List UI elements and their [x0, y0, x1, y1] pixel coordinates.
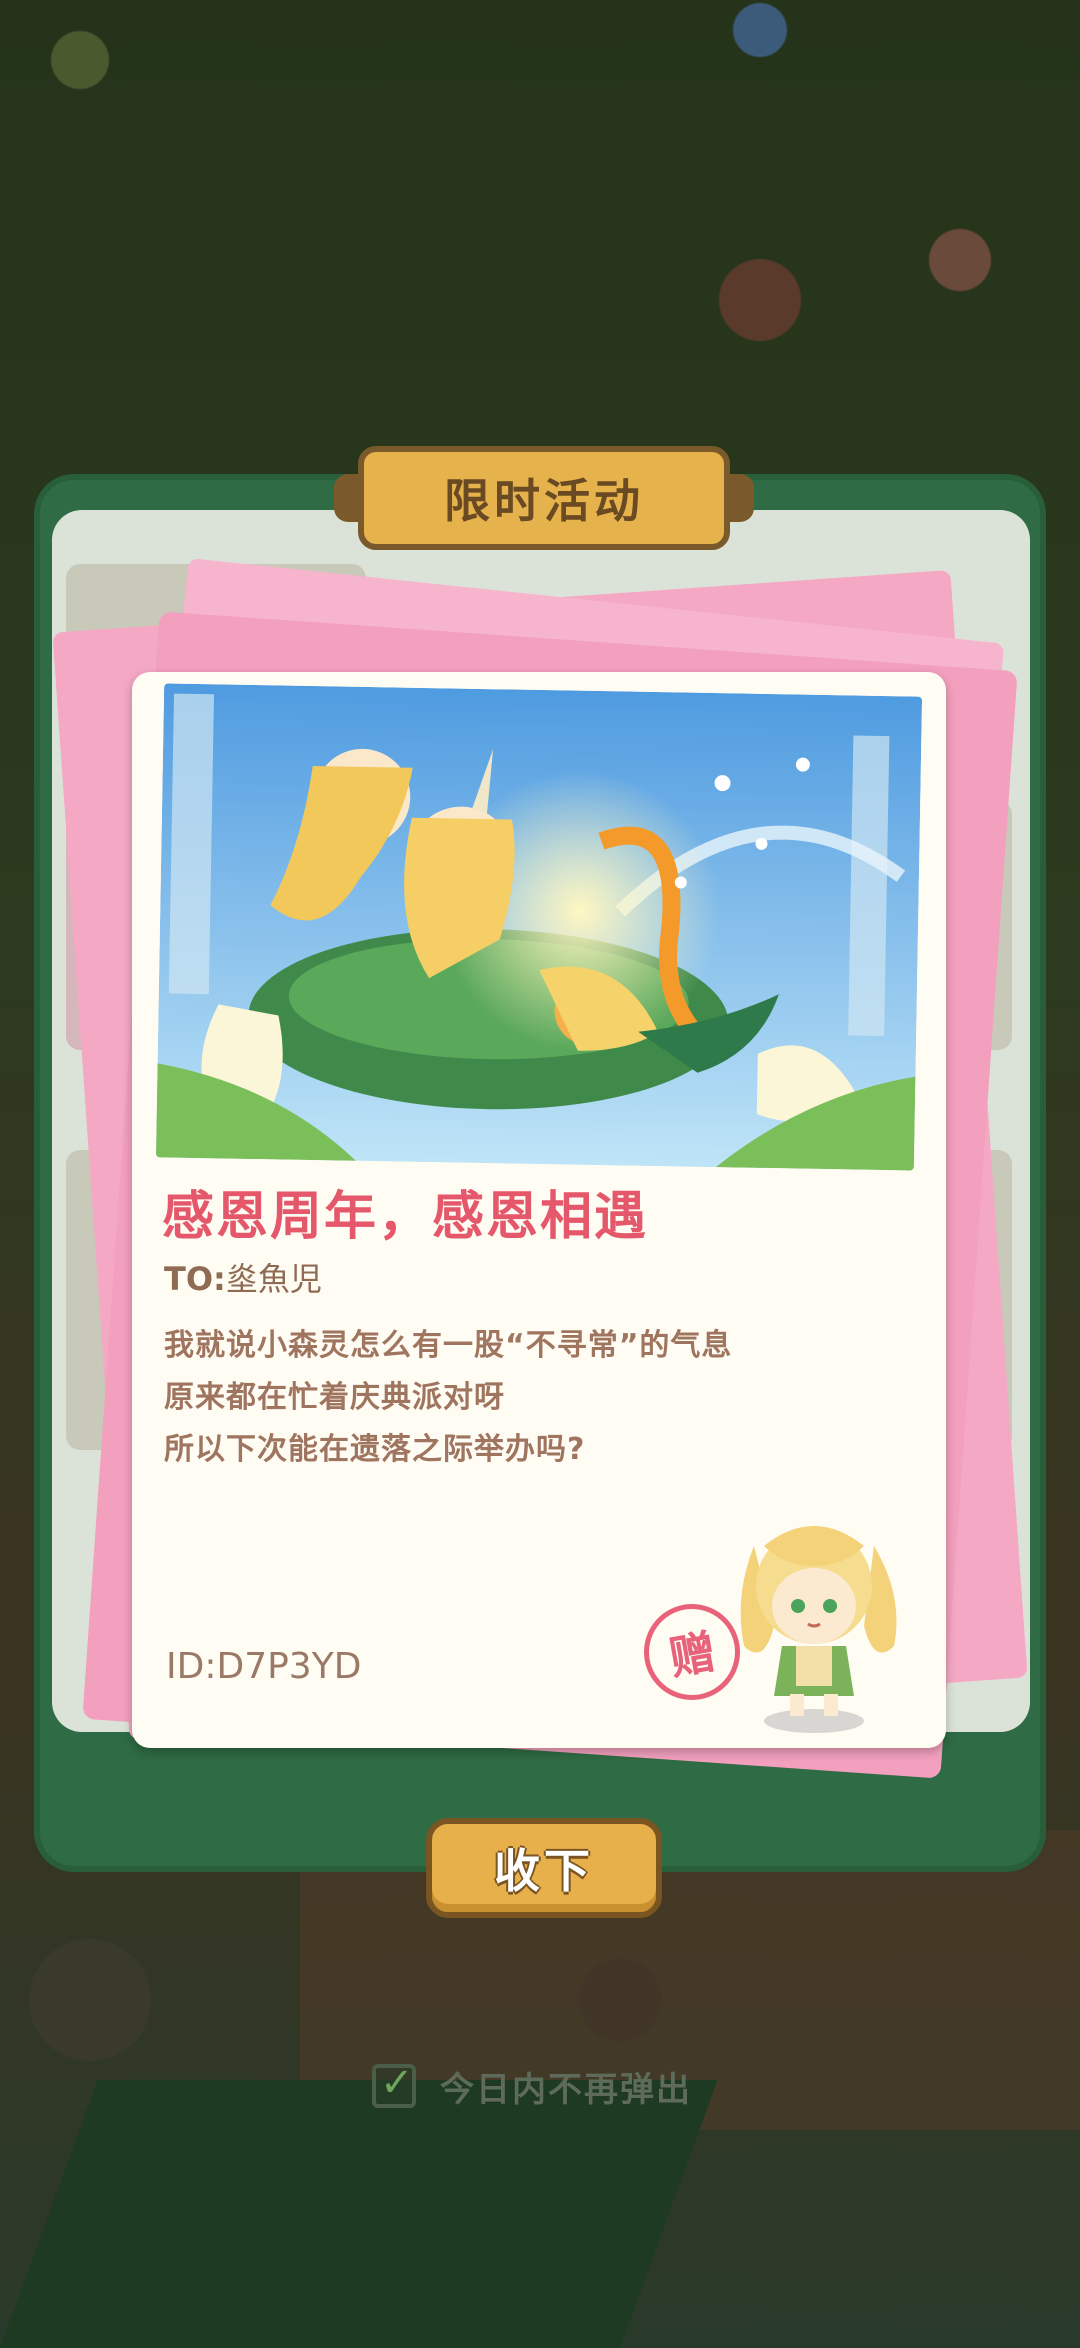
- dont-show-today-row[interactable]: ✓ 今日内不再弹出: [372, 2058, 692, 2114]
- accept-button-label: 收下: [494, 1844, 594, 1898]
- letter-body-line: 我就说小森灵怎么有一股“不寻常”的气息: [164, 1328, 733, 1363]
- forest-spirit-chibi: [724, 1506, 914, 1736]
- anniversary-illustration: [155, 683, 923, 1171]
- stamp-text: 赠: [665, 1624, 720, 1686]
- letter-body-line: 所以下次能在遗落之际举办吗?: [164, 1432, 586, 1467]
- sender-id: ID:D7P3YD: [166, 1646, 362, 1687]
- letter-card: 感恩周年，感恩相遇 TO:烾魚児 我就说小森灵怎么有一股“不寻常”的气息 原来都…: [132, 672, 946, 1748]
- dont-show-today-checkbox[interactable]: ✓: [372, 2060, 416, 2108]
- letter-heading: 感恩周年，感恩相遇: [162, 1187, 649, 1247]
- background-grass: [0, 2080, 718, 2348]
- letter-recipient: TO:烾魚児: [164, 1254, 322, 1300]
- accept-button[interactable]: 收下: [426, 1818, 662, 1918]
- check-icon: ✓: [380, 2060, 414, 2106]
- recipient-label: TO:: [164, 1260, 226, 1298]
- letter-body-line: 原来都在忙着庆典派对呀: [164, 1380, 505, 1415]
- dont-show-today-label: 今日内不再弹出: [440, 2069, 692, 2110]
- popup-title: 限时活动: [444, 474, 644, 528]
- popup-title-plaque: 限时活动: [334, 446, 754, 550]
- recipient-name: 烾魚児: [225, 1260, 322, 1298]
